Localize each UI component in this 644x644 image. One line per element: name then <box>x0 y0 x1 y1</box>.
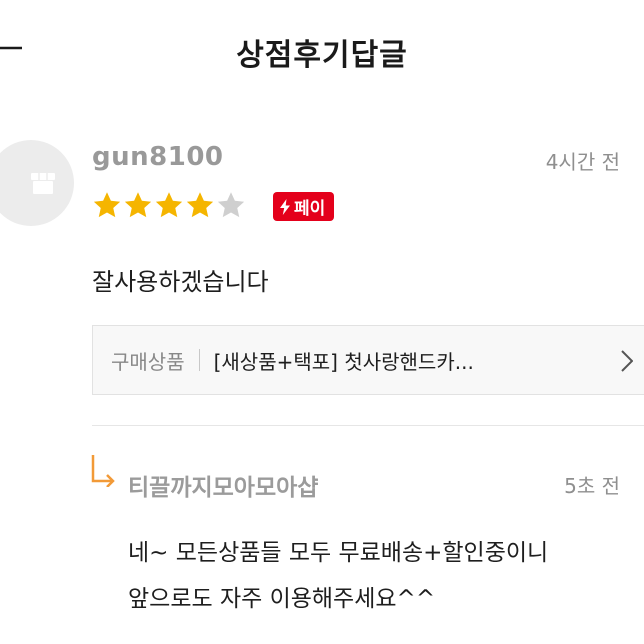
star-filled-icon <box>93 192 121 218</box>
reply-line: 네~ 모든상품들 모두 무료배송+할인중이니 <box>128 540 549 566</box>
pay-badge: 페이 <box>273 192 335 221</box>
star-filled-icon <box>124 192 152 218</box>
product-label: 구매상품 <box>111 349 185 374</box>
star-filled-icon <box>186 192 214 218</box>
reply-arrow-icon <box>91 455 115 487</box>
product-name: [새상품+택포] 첫사랑핸드카... <box>213 349 474 374</box>
reply-line: 앞으로도 자주 이용해주세요^^ <box>128 586 436 612</box>
lightning-icon <box>280 198 290 215</box>
avatar[interactable] <box>0 140 74 226</box>
pay-badge-label: 페이 <box>294 199 326 219</box>
purchased-product-link[interactable]: 구매상품 [새상품+택포] 첫사랑핸드카... <box>92 325 644 395</box>
reply-author[interactable]: 티끌까지모아모아샵 <box>128 468 318 502</box>
page-title: 상점후기답글 <box>236 38 408 73</box>
star-rating <box>92 190 246 220</box>
chevron-right-icon <box>621 350 633 372</box>
reply-time: 5초 전 <box>564 474 620 498</box>
username[interactable]: gun8100 <box>92 142 224 172</box>
shop-icon <box>31 173 55 194</box>
review-text: 잘사용하겠습니다 <box>92 268 269 296</box>
star-empty-icon <box>217 192 245 218</box>
divider <box>92 425 644 426</box>
product-divider <box>198 349 200 371</box>
review-time: 4시간 전 <box>545 150 620 174</box>
reply-text: 네~ 모든상품들 모두 무료배송+할인중이니 앞으로도 자주 이용해주세요^^ <box>128 530 548 622</box>
header: 상점후기답글 <box>0 0 644 100</box>
star-filled-icon <box>155 192 183 218</box>
